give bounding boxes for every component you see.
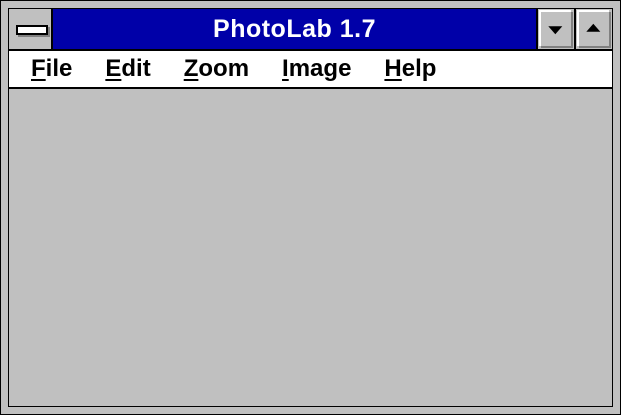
title-bar[interactable]: PhotoLab 1.7: [9, 9, 612, 51]
menu-image-accelerator: I: [282, 55, 289, 82]
menu-bar: File Edit Zoom Image Help: [9, 51, 612, 89]
maximize-button[interactable]: [574, 9, 612, 49]
menu-image-label: mage: [288, 55, 352, 82]
system-menu-button[interactable]: [9, 9, 53, 49]
menu-help-label: elp: [401, 55, 437, 82]
menu-zoom-accelerator: Z: [183, 55, 199, 82]
menu-help-accelerator: H: [384, 55, 402, 82]
client-area[interactable]: [9, 89, 612, 406]
window-title: PhotoLab 1.7: [53, 9, 536, 49]
menu-file-accelerator: F: [31, 55, 46, 82]
triangle-up-icon: [586, 23, 601, 32]
system-menu-bar-icon: [16, 25, 48, 35]
window-inner: PhotoLab 1.7 File Edit Zoom Image Help: [8, 8, 613, 407]
menu-edit-label: dit: [121, 55, 151, 82]
menu-zoom[interactable]: Zoom: [184, 55, 249, 83]
photolab-window: PhotoLab 1.7 File Edit Zoom Image Help: [0, 0, 621, 415]
menu-file[interactable]: File: [31, 55, 72, 83]
menu-edit[interactable]: Edit: [105, 55, 150, 83]
menu-zoom-label: oom: [198, 55, 250, 82]
menu-image[interactable]: Image: [282, 55, 351, 83]
triangle-down-icon: [548, 26, 563, 35]
menu-file-label: ile: [45, 55, 73, 82]
menu-edit-accelerator: E: [105, 55, 122, 82]
menu-help[interactable]: Help: [384, 55, 436, 83]
minimize-button[interactable]: [536, 9, 574, 49]
